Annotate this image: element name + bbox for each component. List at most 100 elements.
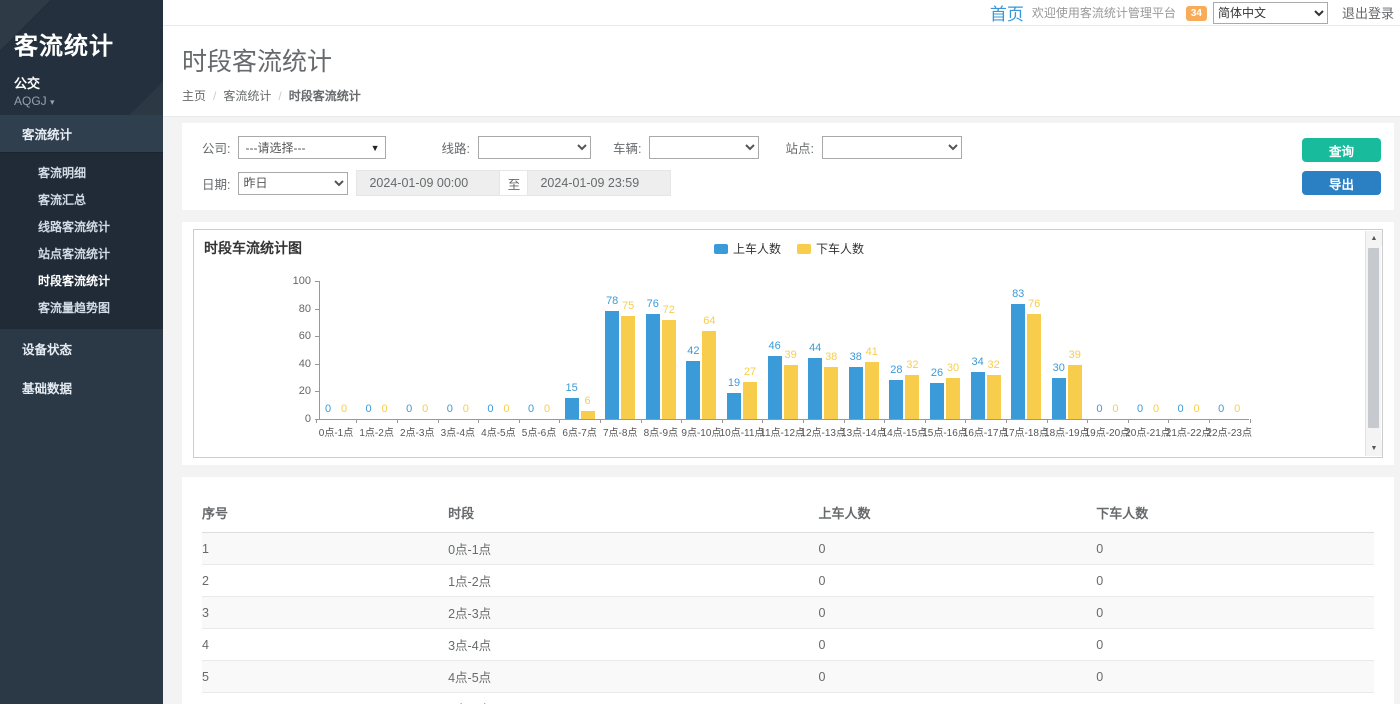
y-axis-line — [319, 281, 320, 419]
filters-panel: 公司: ---请选择--- ▼ 线路: 车辆: 站点: 日期: 昨日 — [182, 123, 1394, 210]
bar-value-label: 0 — [1178, 403, 1184, 415]
scrollbar-down-arrow[interactable]: ▼ — [1366, 441, 1382, 456]
chart-bar — [646, 314, 660, 419]
breadcrumb-home[interactable]: 主页 — [182, 87, 206, 104]
table-cell: 0点-1点 — [448, 533, 818, 565]
language-select[interactable]: 简体中文 — [1213, 2, 1328, 24]
sidebar-subitem[interactable]: 线路客流统计 — [0, 213, 163, 240]
home-link[interactable]: 首页 — [990, 0, 1024, 25]
bar-value-label: 28 — [890, 364, 902, 376]
table-header-cell: 下车人数 — [1096, 495, 1374, 533]
x-axis-tick-label: 17点-18点 — [1003, 424, 1049, 439]
filter-row-1: 公司: ---请选择--- ▼ 线路: 车辆: 站点: — [202, 136, 1284, 159]
table-cell: 2点-3点 — [448, 597, 818, 629]
bar-value-label: 19 — [728, 377, 740, 389]
sidebar-subitem[interactable]: 客流汇总 — [0, 186, 163, 213]
bar-value-label: 0 — [366, 403, 372, 415]
table-cell: 0 — [818, 533, 1096, 565]
x-axis-tick — [1087, 419, 1088, 423]
date-start-input[interactable] — [356, 170, 500, 196]
breadcrumb-separator: / — [213, 89, 216, 103]
breadcrumb-separator: / — [278, 89, 281, 103]
sidebar-subitem[interactable]: 站点客流统计 — [0, 240, 163, 267]
table-header-row: 序号时段上车人数下车人数 — [202, 495, 1374, 533]
x-axis-tick — [316, 419, 317, 423]
hourly-stats-table: 序号时段上车人数下车人数 10点-1点0021点-2点0032点-3点0043点… — [202, 495, 1374, 704]
bar-value-label: 75 — [622, 300, 634, 312]
breadcrumb-section[interactable]: 客流统计 — [223, 87, 271, 104]
date-range-separator: 至 — [500, 170, 527, 196]
dropdown-arrow-icon: ▼ — [371, 143, 380, 153]
chart-bar — [702, 331, 716, 419]
x-axis-tick — [438, 419, 439, 423]
x-axis-tick-label: 15点-16点 — [922, 424, 968, 439]
bar-value-label: 26 — [931, 367, 943, 379]
sidebar-subitem[interactable]: 时段客流统计 — [0, 267, 163, 294]
logout-link[interactable]: 退出登录 — [1342, 3, 1394, 22]
date-preset-select[interactable]: 昨日 — [238, 172, 348, 195]
app-logo-title: 客流统计 — [14, 26, 163, 61]
y-axis-tick — [315, 391, 319, 392]
company-select[interactable]: ---请选择--- ▼ — [238, 136, 386, 159]
x-axis-tick-label: 9点-10点 — [681, 424, 721, 439]
chart-scrollbar[interactable]: ▲ ▼ — [1365, 231, 1381, 456]
table-cell: 0 — [818, 597, 1096, 629]
x-axis-tick — [722, 419, 723, 423]
x-axis-tick — [803, 419, 804, 423]
chart-bar — [1052, 378, 1066, 419]
x-axis-tick — [1168, 419, 1169, 423]
table-panel: 序号时段上车人数下车人数 10点-1点0021点-2点0032点-3点0043点… — [182, 477, 1394, 704]
bar-value-label: 42 — [687, 345, 699, 357]
date-range-group: 至 — [356, 170, 671, 196]
x-axis-tick-label: 14点-15点 — [882, 424, 928, 439]
table-cell: 0 — [1096, 533, 1374, 565]
chart-bar — [1011, 304, 1025, 419]
x-axis-tick — [884, 419, 885, 423]
bar-value-label: 83 — [1012, 288, 1024, 300]
sidebar-subitem[interactable]: 客流明细 — [0, 159, 163, 186]
bar-value-label: 15 — [565, 382, 577, 394]
table-cell: 0 — [818, 661, 1096, 693]
line-select[interactable] — [478, 136, 591, 159]
sidebar-section-item[interactable]: 基础数据 — [0, 368, 163, 407]
bar-value-label: 76 — [647, 298, 659, 310]
vehicle-select[interactable] — [649, 136, 759, 159]
bar-value-label: 30 — [947, 362, 959, 374]
sidebar-subitem[interactable]: 客流量趋势图 — [0, 294, 163, 321]
x-axis-tick-label: 3点-4点 — [441, 424, 475, 439]
bar-value-label: 0 — [382, 403, 388, 415]
station-label: 站点: — [785, 138, 813, 157]
table-cell: 0 — [818, 565, 1096, 597]
x-axis-tick — [844, 419, 845, 423]
y-axis-tick — [315, 364, 319, 365]
chart-bar — [1068, 365, 1082, 419]
sidebar-section-item[interactable]: 设备状态 — [0, 329, 163, 368]
x-axis-tick — [478, 419, 479, 423]
chart-bar — [662, 320, 676, 419]
table-row: 10点-1点00 — [202, 533, 1374, 565]
sidebar-section-passenger-stats[interactable]: 客流统计 — [0, 115, 163, 152]
chart-bar — [621, 316, 635, 419]
bar-value-label: 0 — [1234, 403, 1240, 415]
date-end-input[interactable] — [527, 170, 671, 196]
chart-bar — [784, 365, 798, 419]
content: 公司: ---请选择--- ▼ 线路: 车辆: 站点: 日期: 昨日 — [163, 117, 1400, 704]
scrollbar-thumb[interactable] — [1368, 248, 1379, 428]
x-axis-tick-label: 22点-23点 — [1206, 424, 1252, 439]
x-axis-line — [319, 419, 1249, 420]
notification-badge: 34 — [1186, 6, 1207, 21]
scrollbar-up-arrow[interactable]: ▲ — [1366, 231, 1382, 246]
x-axis-tick-label: 11点-12点 — [760, 424, 805, 439]
station-select[interactable] — [822, 136, 962, 159]
chart-bar — [808, 358, 822, 419]
org-code-label: AQGJ — [14, 94, 47, 108]
bar-value-label: 6 — [585, 395, 591, 407]
chart-bar — [971, 372, 985, 419]
chart-bar — [686, 361, 700, 419]
y-axis-tick-label: 40 — [281, 358, 311, 370]
y-axis-tick-label: 20 — [281, 385, 311, 397]
bar-value-label: 46 — [768, 340, 780, 352]
export-button[interactable]: 导出 — [1302, 171, 1381, 195]
query-button[interactable]: 查询 — [1302, 138, 1381, 162]
org-selector[interactable]: AQGJ ▾ — [14, 94, 163, 108]
